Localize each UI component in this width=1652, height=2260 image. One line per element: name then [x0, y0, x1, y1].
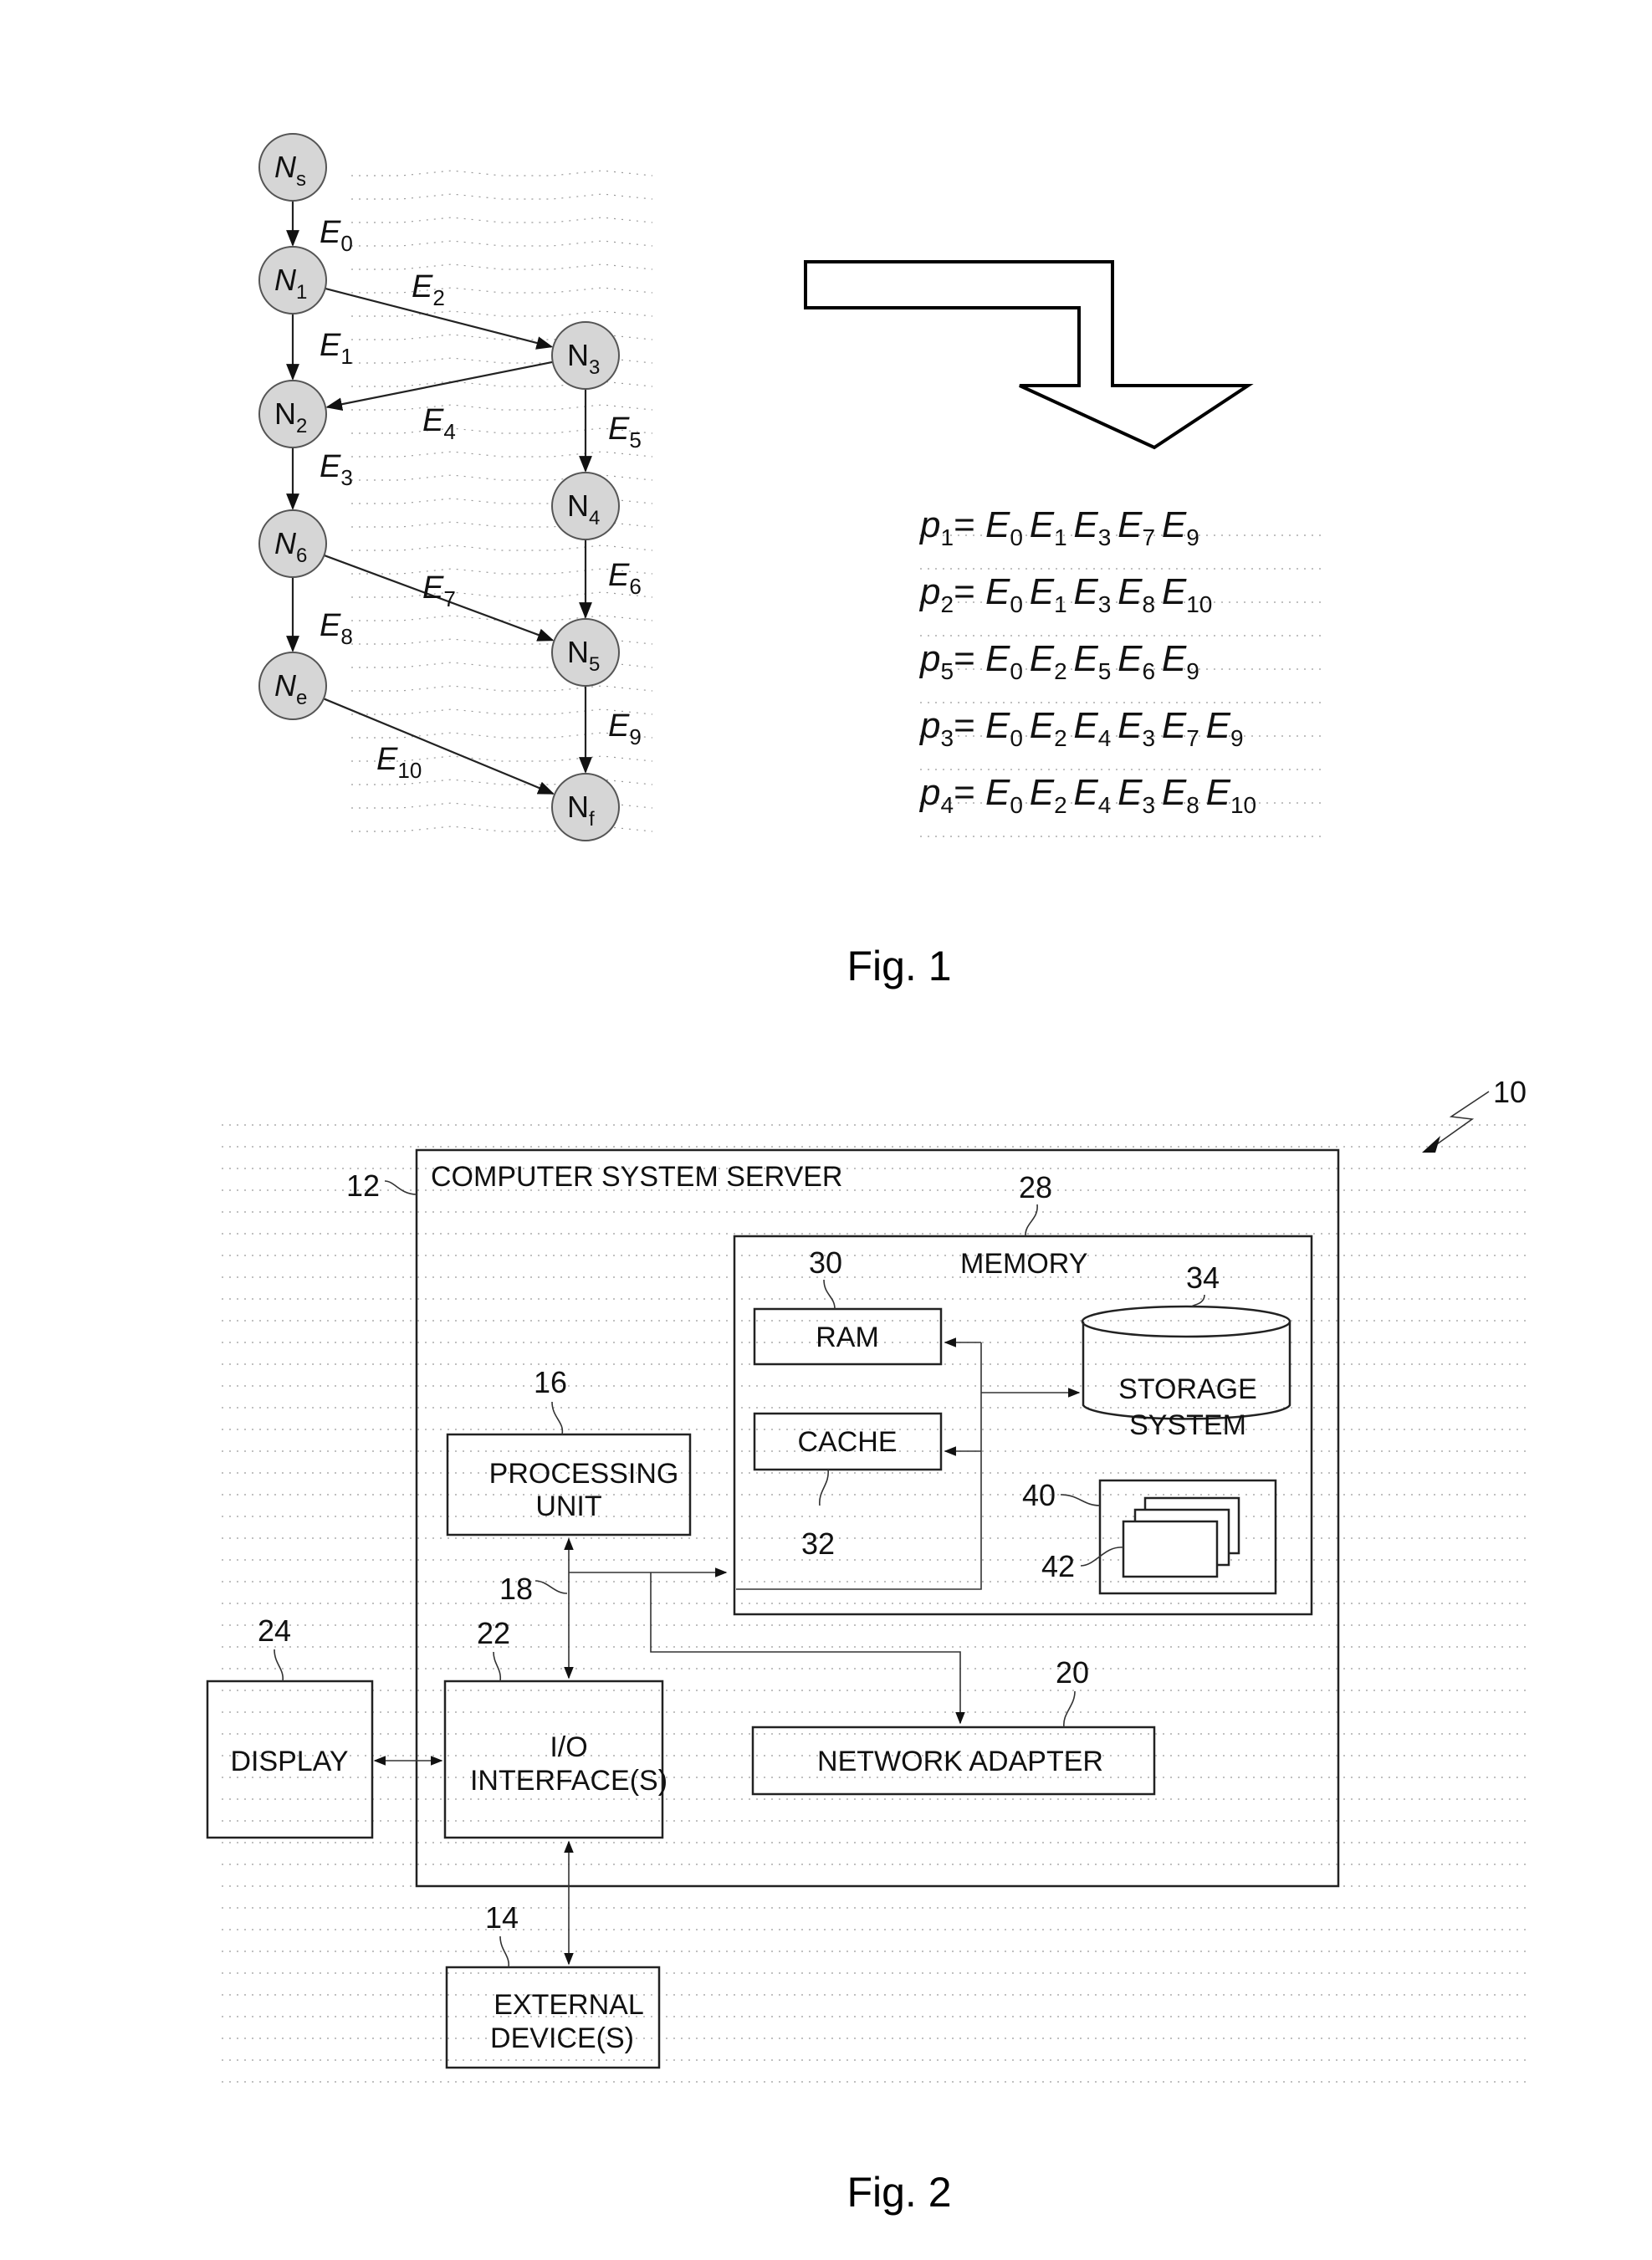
program-modules-stack-icon [1122, 1496, 1240, 1578]
processing-unit-ref: 16 [534, 1365, 567, 1399]
network-adapter-ref-leader [1063, 1690, 1076, 1728]
system-ref-label: 10 [1493, 1075, 1527, 1109]
cache-ref-leader [819, 1469, 829, 1506]
bent-arrow-icon [804, 260, 1254, 450]
network-adapter-label: NETWORK ADAPTER [817, 1746, 1103, 1777]
program-utility-ref-leader [1060, 1494, 1101, 1506]
bus-ref: 18 [499, 1572, 533, 1606]
system-ref-leader [1434, 1091, 1490, 1147]
io-interfaces-ref: 22 [477, 1616, 510, 1650]
storage-label-line2: SYSTEM [1129, 1409, 1246, 1441]
figure-1-caption: Fig. 1 [846, 943, 951, 989]
edge-label-e10: E10 [376, 742, 422, 783]
path-formula: p4= E0 E2 E4 E3 E8 E10 [918, 772, 1256, 818]
graph-node-ns: Ns [258, 133, 327, 202]
system-ref-arrowhead-icon [1422, 1136, 1440, 1153]
program-modules-ref-leader [1080, 1547, 1124, 1567]
ram-label: RAM [816, 1322, 879, 1353]
ram-ref-leader [823, 1279, 836, 1310]
program-modules-ref: 42 [1041, 1549, 1075, 1583]
server-label: COMPUTER SYSTEM SERVER [431, 1161, 842, 1193]
figure-2: 10 COMPUTER SYSTEM SERVER 12 MEMORY 28 R… [206, 1075, 1527, 2216]
path-formula: p3= E0 E2 E4 E3 E7 E9 [918, 705, 1244, 751]
cache-ref: 32 [801, 1526, 835, 1561]
display-ref: 24 [258, 1613, 291, 1648]
external-devices-label-line2: DEVICE(S) [490, 2022, 634, 2054]
server-ref-leader [384, 1180, 417, 1195]
graph-node-n2: N2 [258, 380, 327, 448]
graph-node-n5: N5 [551, 618, 620, 687]
edge-label-e6: E6 [608, 558, 642, 599]
cache-label: CACHE [797, 1426, 897, 1458]
server-ref: 12 [346, 1168, 380, 1203]
edge-label-e0: E0 [320, 215, 353, 256]
network-adapter-ref: 20 [1056, 1655, 1089, 1690]
memory-ref: 28 [1019, 1170, 1052, 1204]
ram-ref: 30 [809, 1245, 842, 1280]
processing-unit-label-line2: UNIT [535, 1490, 601, 1522]
display-ref-leader [274, 1649, 284, 1682]
storage-label-line1: STORAGE [1118, 1373, 1257, 1405]
edge-label-e9: E9 [608, 708, 642, 749]
figure-2-caption: Fig. 2 [846, 2169, 951, 2216]
graph-node-n4: N4 [551, 472, 620, 540]
io-interfaces-label-line1: I/O [550, 1731, 587, 1763]
edge-label-e2: E2 [412, 269, 445, 310]
path-list: p1= E0 E1 E3 E7 E9 p2= E0 E1 E3 E8 E10 p5=… [918, 504, 1256, 818]
graph-node-n6: N6 [258, 509, 327, 578]
graph-edge-e10 [323, 698, 555, 795]
edge-label-e1: E1 [320, 328, 353, 369]
graph-node-n3: N3 [551, 321, 620, 390]
path-formula: p2= E0 E1 E3 E8 E10 [918, 571, 1212, 617]
graph-node-n1: N1 [258, 246, 327, 314]
bus-ref-leader [534, 1580, 568, 1594]
edge-label-e8: E8 [320, 608, 353, 649]
memory-internal-bus [736, 1337, 1081, 1590]
edge-label-e4: E4 [422, 403, 456, 444]
edge-label-e5: E5 [608, 412, 642, 453]
processing-unit-label-line1: PROCESSING [489, 1458, 679, 1490]
external-devices-label-line1: EXTERNAL [494, 1989, 644, 2021]
external-devices-ref: 14 [485, 1900, 519, 1935]
path-formula: p5= E0 E2 E5 E6 E9 [918, 638, 1199, 684]
memory-label: MEMORY [960, 1248, 1087, 1280]
graph-node-nf: Nf [551, 773, 620, 841]
io-interfaces-ref-leader [493, 1651, 502, 1682]
io-interfaces-label-line2: INTERFACE(S) [470, 1765, 667, 1797]
edge-label-e7: E7 [422, 570, 456, 611]
patent-drawing-sheet: E0 E1 E2 E3 E4 E5 E6 E7 E8 E9 E10 Ns N1 N2 N6 Ne N3 N4 N5… [206, 133, 1527, 2216]
graph-node-ne: Ne [258, 652, 327, 720]
program-utility-ref: 40 [1022, 1478, 1056, 1512]
graph-nodes: Ns N1 N2 N6 Ne N3 N4 N5 Nf [258, 133, 620, 841]
path-formula: p1= E0 E1 E3 E7 E9 [918, 504, 1199, 550]
display-label: DISPLAY [230, 1746, 348, 1777]
memory-ref-leader [1025, 1204, 1038, 1237]
storage-ref-leader [1191, 1294, 1205, 1307]
edge-label-e3: E3 [320, 449, 353, 490]
graph-edge-e4 [325, 360, 553, 412]
storage-ref: 34 [1186, 1260, 1220, 1295]
figure-1: E0 E1 E2 E3 E4 E5 E6 E7 E8 E9 E10 Ns N1 N2 N6 Ne N3 N4 N5… [258, 133, 1256, 989]
system-bus [564, 1537, 965, 1725]
